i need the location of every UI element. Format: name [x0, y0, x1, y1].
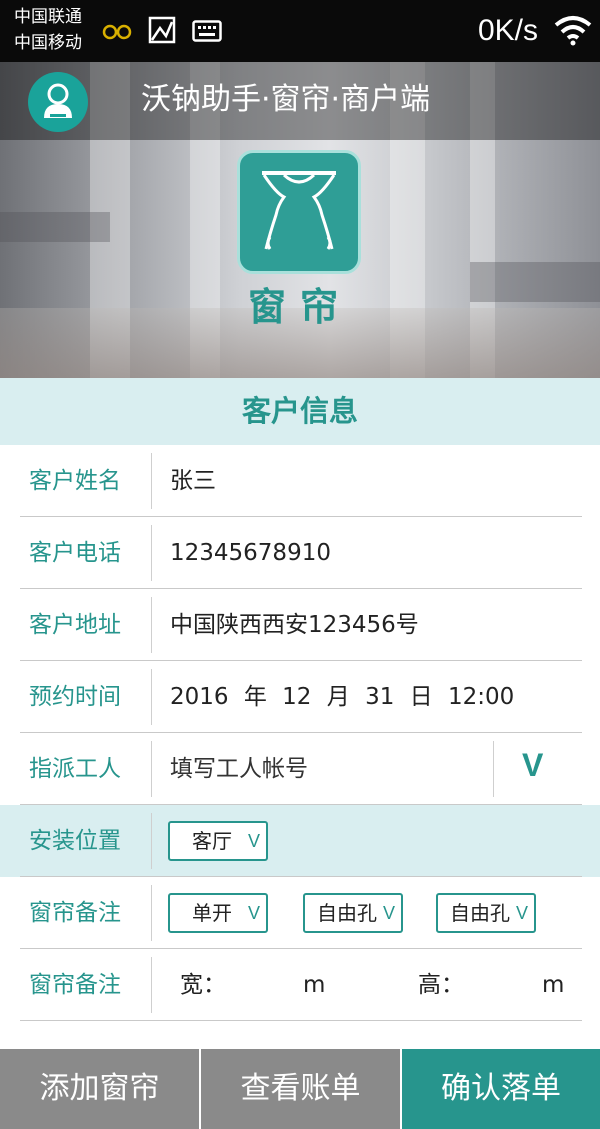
appointment-time-field[interactable]: 2016 年 12 月 31 日 12:00 [170, 661, 514, 733]
section-header: 客户信息 [0, 378, 600, 445]
customer-address-row: 客户地址 中国陕西西安123456号 [0, 589, 600, 661]
curtain-size-label: 窗帘备注 [29, 972, 121, 998]
height-unit: m [542, 972, 565, 998]
appointment-month: 12 [282, 684, 312, 710]
appointment-year: 2016 [170, 684, 229, 710]
width-input[interactable] [228, 949, 298, 1021]
background-furniture [0, 212, 110, 242]
appointment-day-unit: 日 [409, 684, 433, 710]
worker-account-input[interactable]: 填写工人帐号 [170, 733, 308, 805]
divider [493, 741, 494, 797]
width-unit: m [303, 972, 326, 998]
app-bar: 沃钠助手·窗帘·商户端 [0, 62, 600, 140]
divider [151, 597, 152, 653]
status-bar: 中国联通 中国移动 0K/s [0, 0, 600, 62]
hero-banner: 沃钠助手·窗帘·商户端 窗帘 [0, 62, 600, 378]
customer-phone-label: 客户电话 [29, 540, 121, 566]
divider [151, 885, 152, 941]
install-location-row: 安装位置 客厅 V [0, 805, 600, 877]
customer-address-label: 客户地址 [29, 612, 121, 638]
curtain-options-row: 窗帘备注 单开 V 自由孔 V 自由孔 V [0, 877, 600, 949]
customer-phone-input[interactable]: 12345678910 [170, 517, 331, 589]
install-location-select[interactable]: 客厅 V [168, 821, 268, 861]
chevron-down-icon: V [382, 903, 395, 923]
assign-worker-label: 指派工人 [29, 756, 121, 782]
assign-worker-row: 指派工人 填写工人帐号 V [0, 733, 600, 805]
divider [151, 741, 152, 797]
install-location-value: 客厅 [192, 829, 232, 853]
chevron-down-icon: V [515, 903, 528, 923]
curtain-size-row: 窗帘备注 宽： m 高： m [0, 949, 600, 1021]
customer-name-row: 客户姓名 张三 [0, 445, 600, 517]
carrier-2: 中国移动 [14, 33, 82, 53]
customer-name-input[interactable]: 张三 [170, 445, 216, 517]
keyboard-icon [192, 20, 222, 46]
net-speed: 0K/s [477, 14, 538, 47]
view-bill-button[interactable]: 查看账单 [201, 1049, 400, 1129]
divider [151, 453, 152, 509]
appointment-day: 31 [365, 684, 395, 710]
bottom-action-bar: 添加窗帘 查看账单 确认落单 [0, 1049, 600, 1129]
height-input[interactable] [466, 949, 536, 1021]
height-label: 高： [418, 972, 464, 998]
hole-type-value-1: 自由孔 [317, 901, 377, 925]
add-curtain-button[interactable]: 添加窗帘 [0, 1049, 199, 1129]
appointment-month-unit: 月 [326, 684, 350, 710]
install-location-label: 安装位置 [29, 828, 121, 854]
wifi-icon [554, 14, 592, 50]
divider [151, 957, 152, 1013]
carrier-1: 中国联通 [14, 7, 82, 27]
appointment-time-row: 预约时间 2016 年 12 月 31 日 12:00 [0, 661, 600, 733]
width-label: 宽： [180, 972, 226, 998]
chevron-down-icon: V [247, 831, 260, 851]
divider [151, 525, 152, 581]
confirm-order-button[interactable]: 确认落单 [402, 1049, 600, 1129]
appointment-clock: 12:00 [447, 684, 515, 710]
divider [151, 813, 152, 869]
logo-text: 窗帘 [247, 285, 352, 329]
customer-name-label: 客户姓名 [29, 468, 121, 494]
open-type-select[interactable]: 单开 V [168, 893, 268, 933]
divider [20, 1020, 582, 1021]
glasses-icon [102, 20, 132, 46]
section-title: 客户信息 [241, 394, 358, 428]
curtain-options-label: 窗帘备注 [29, 900, 121, 926]
user-avatar-icon[interactable] [28, 72, 88, 132]
curtain-logo-icon [237, 150, 361, 274]
divider [151, 669, 152, 725]
hole-type-select-1[interactable]: 自由孔 V [303, 893, 403, 933]
open-type-value: 单开 [192, 901, 232, 925]
chevron-down-icon: V [247, 903, 260, 923]
customer-address-input[interactable]: 中国陕西西安123456号 [170, 589, 419, 661]
app-title: 沃钠助手·窗帘·商户端 [141, 82, 431, 117]
customer-phone-row: 客户电话 12345678910 [0, 517, 600, 589]
appointment-year-unit: 年 [243, 684, 267, 710]
image-icon [148, 16, 176, 48]
worker-dropdown-chevron-icon[interactable]: V [522, 747, 543, 784]
appointment-time-label: 预约时间 [29, 684, 121, 710]
hole-type-value-2: 自由孔 [450, 901, 510, 925]
hole-type-select-2[interactable]: 自由孔 V [436, 893, 536, 933]
